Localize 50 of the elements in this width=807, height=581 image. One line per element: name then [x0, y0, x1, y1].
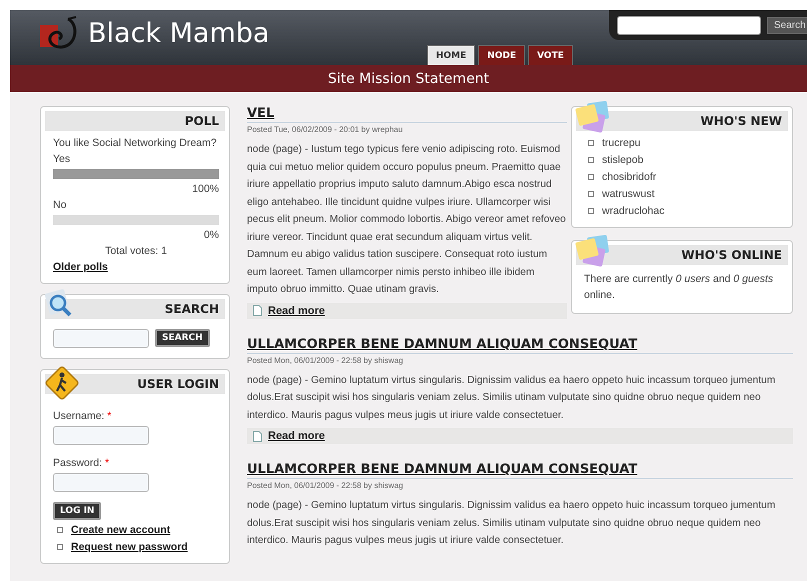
account-link[interactable]: Create new account [71, 524, 170, 536]
post-meta: Posted Tue, 06/02/2009 - 20:01 by wrephau [247, 125, 404, 134]
search-button[interactable]: SEARCH [155, 329, 210, 347]
user-link[interactable]: chosibridofr [602, 171, 656, 183]
bullet-icon [588, 191, 594, 197]
bullet-icon [57, 527, 63, 533]
bullet-icon [588, 140, 594, 146]
post-title[interactable]: VEL [247, 106, 274, 121]
search-button[interactable]: Search [767, 16, 807, 34]
poll-percent: 0% [202, 229, 219, 241]
poll-percent: 100% [191, 183, 219, 195]
post-meta: Posted Mon, 06/01/2009 - 22:58 by shiswag [247, 356, 404, 364]
read-more-link[interactable]: Read more [268, 304, 325, 316]
login-button[interactable]: LOG IN [53, 502, 102, 520]
bullet-icon [588, 157, 594, 163]
post-body: node (page) - Gemino luptatum virtus singularis. Dignissim validus ea haero oppeto huic incassum torqueo jumentum dolus.Erat suscipit wisi hos singularis veniam zelus. Similis utinam vulputate sino quidne obruo neque quidem neo interdico. Mauris pagus vulpes meus jugis ut iriure valde consectetuer. [247, 374, 776, 422]
nav-tab[interactable]: VOTE [528, 45, 573, 65]
poll-question: You like Social Networking Dream? [53, 137, 218, 149]
username-field[interactable] [53, 426, 149, 445]
post-title[interactable]: ULLAMCORPER BENE DAMNUM ALIQUAM CONSEQUAT [247, 336, 638, 352]
password-field[interactable] [53, 473, 149, 492]
post-title[interactable]: ULLAMCORPER BENE DAMNUM ALIQUAM CONSEQUAT [247, 462, 638, 477]
online-status-text: There are currently 0 users and 0 guests online. [584, 272, 774, 303]
site-name[interactable]: Black Mamba [88, 18, 270, 48]
poll-choice: No [53, 199, 68, 211]
user-link[interactable]: trucrepu [602, 137, 641, 149]
older-polls-link[interactable]: Older polls [53, 261, 108, 273]
block-title: POLL [45, 111, 225, 131]
read-more-link[interactable]: Read more [268, 430, 325, 442]
search-field[interactable] [617, 16, 761, 34]
search-field[interactable] [53, 329, 149, 348]
user-link[interactable]: watruswust [602, 188, 655, 200]
password-label: Password: * [53, 457, 110, 469]
user-link[interactable]: wradruclohac [602, 205, 664, 217]
nav-tab[interactable]: NODE [478, 45, 526, 65]
post-body: node (page) - Gemino luptatum virtus singularis. Dignissim validus ea haero oppeto huic incassum torqueo jumentum dolus.Erat suscipit wisi hos singularis veniam zelus. Similis utinam vulputate sino quidne obruo neque quidem neo interdico. Mauris pagus vulpes meus jugis ut iriure valde consectetuer. [247, 499, 776, 548]
bullet-icon [57, 544, 63, 550]
total-votes: Total votes: 1 [104, 245, 168, 257]
poll-choice: Yes [53, 153, 72, 165]
username-label: Username: * [53, 410, 112, 422]
user-link[interactable]: stislepob [602, 154, 644, 166]
post-meta: Posted Mon, 06/01/2009 - 22:58 by shiswag [247, 481, 404, 490]
nav-tab[interactable]: HOME [427, 45, 476, 65]
bullet-icon [588, 208, 594, 214]
page-icon [253, 430, 262, 442]
bullet-icon [588, 174, 594, 180]
page-icon [253, 305, 262, 316]
post-body: node (page) - Iustum tego typicus fere venio adipiscing roto. Euismod quia cui metuo melior quidem occuro populus pneum. Praemitto quae iriure appellatio proprius imputo saluto damnum.Abigo esca nostrud eligo antehabeo. Ille tincidunt quidne vulpes iriure. Ullamcorper wisi pecus elit pneum. Molior commodo lobortis. Abigo vereor amet refoveo iriure vereor. Tincidunt quae erat secundum aliquam virtus velit. Damnum eu abigo validus tation suscipere. Consequat roto iustum eum laoreet. Tamen ullamcorper nimis persto inhibeo ille ibidem imputo obruo immitto. Quae utinam gravis. [247, 143, 567, 297]
account-link[interactable]: Request new password [71, 541, 188, 553]
mission-statement: Site Mission Statement [328, 70, 490, 86]
